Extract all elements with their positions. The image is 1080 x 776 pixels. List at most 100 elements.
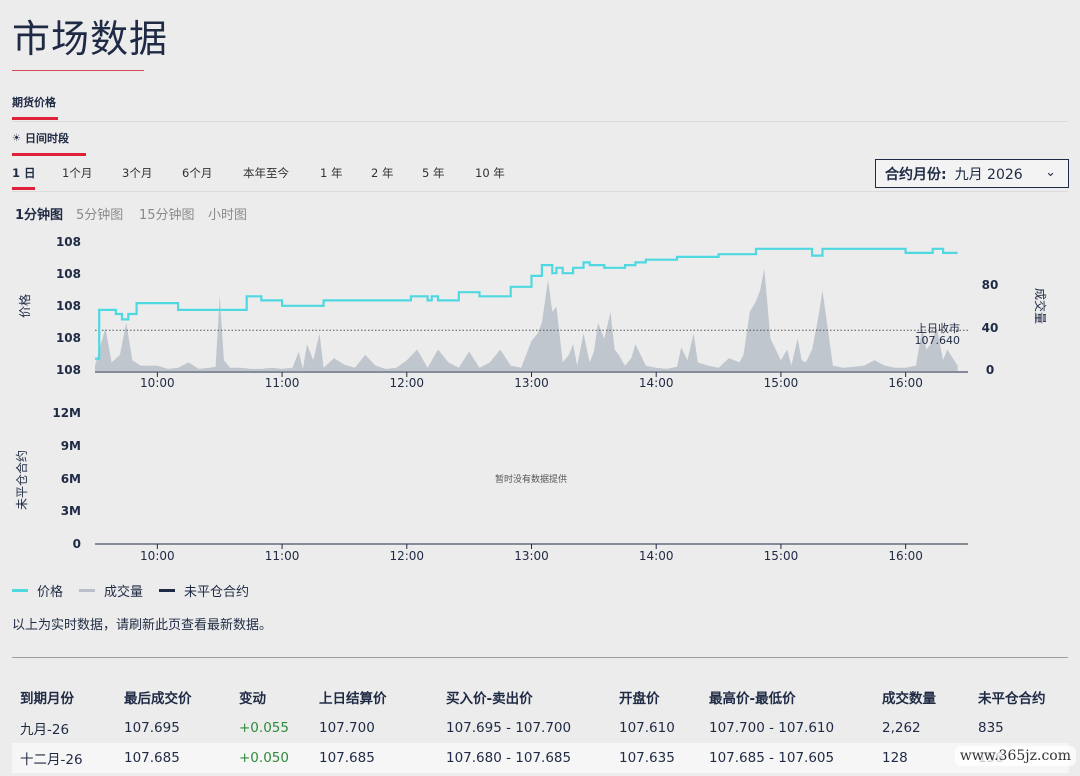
- cell-bid-ask: 107.695 - 107.700: [446, 720, 572, 736]
- cell-last: 107.685: [116, 743, 231, 773]
- tab-futures-price[interactable]: 期货价格: [12, 94, 56, 110]
- range-tab-5y[interactable]: 5 年: [422, 165, 444, 181]
- contract-month-select[interactable]: 合约月份: 九月 2026 ⌄: [875, 159, 1069, 188]
- interval-1min[interactable]: 1分钟图: [15, 204, 63, 223]
- range-tab-3m[interactable]: 3个月: [122, 165, 152, 181]
- sun-icon: ☀: [12, 132, 21, 144]
- cell-prior-settle: 107.685: [311, 743, 438, 773]
- legend-swatch: [12, 589, 28, 592]
- prior-close-value: 107.640: [915, 334, 961, 347]
- range-tab-10y[interactable]: 10 年: [475, 165, 505, 181]
- col-header: 上日结算价: [319, 691, 387, 707]
- oi-y-tick: 9M: [61, 439, 81, 453]
- page-title: 市场数据: [12, 17, 169, 61]
- col-header: 买入价-卖出价: [446, 691, 533, 707]
- cell-volume: 2,262: [882, 720, 921, 736]
- range-active-indicator: [12, 187, 35, 190]
- oi-x-tick: 15:00: [764, 549, 799, 563]
- no-data-message: 暂时没有数据提供: [495, 473, 567, 485]
- oi-y-tick: 0: [73, 537, 81, 551]
- cell-month: 十二月-26: [12, 743, 116, 773]
- range-tab-2y[interactable]: 2 年: [371, 165, 393, 181]
- oi-x-tick: 13:00: [514, 549, 549, 563]
- price-axis-label: 价格: [17, 294, 32, 318]
- table-header-row: 到期月份 最后成交价 变动 上日结算价 买入价-卖出价 开盘价 最高价-最低价 …: [12, 682, 1069, 713]
- price-y-tick: 108: [56, 331, 81, 345]
- legend-label: 成交量: [104, 585, 144, 600]
- price-y-tick: 108: [56, 235, 81, 249]
- volume-y-tick: 40: [982, 321, 999, 335]
- oi-x-tick: 11:00: [265, 549, 300, 563]
- legend-open-interest[interactable]: 未平仓合约: [159, 581, 249, 600]
- col-header: 最高价-最低价: [709, 691, 796, 707]
- volume-area: [95, 268, 958, 371]
- range-tab-6m[interactable]: 6个月: [182, 165, 212, 181]
- quotes-table: 到期月份 最后成交价 变动 上日结算价 买入价-卖出价 开盘价 最高价-最低价 …: [12, 682, 1069, 773]
- title-underline: [12, 70, 144, 71]
- cell-change: +0.050: [231, 743, 311, 773]
- legend-label: 价格: [37, 585, 64, 600]
- price-x-tick: 15:00: [764, 376, 799, 390]
- range-tab-1d[interactable]: 1 日: [12, 165, 36, 181]
- divider: [12, 191, 1068, 192]
- col-header: 成交数量: [882, 691, 936, 707]
- col-header: 开盘价: [619, 691, 660, 707]
- tab-active-indicator: [12, 117, 58, 120]
- table-row: 十二月-26 107.685 +0.050 107.685 107.680 - …: [12, 743, 1069, 773]
- cell-month: 九月-26: [20, 722, 70, 738]
- price-x-tick: 10:00: [140, 376, 175, 390]
- cell-high-low: 107.685 - 107.605: [701, 743, 874, 773]
- price-x-tick: 11:00: [265, 376, 300, 390]
- range-tab-ytd[interactable]: 本年至今: [243, 165, 289, 181]
- col-header: 到期月份: [20, 691, 74, 707]
- price-line: [95, 247, 958, 360]
- cell-prior-settle: 107.700: [319, 720, 375, 736]
- chart-legend: 价格 成交量 未平仓合约: [12, 581, 265, 600]
- cell-open: 107.610: [619, 720, 675, 736]
- price-y-tick: 108: [56, 299, 81, 313]
- oi-axis-label: 未平仓合约: [14, 450, 29, 510]
- legend-price[interactable]: 价格: [12, 581, 63, 600]
- chevron-down-icon: ⌄: [1045, 165, 1056, 180]
- price-x-tick: 14:00: [639, 376, 674, 390]
- oi-y-tick: 3M: [61, 504, 81, 518]
- legend-swatch: [159, 589, 176, 592]
- cell-bid-ask: 107.680 - 107.685: [438, 743, 611, 773]
- session-active-indicator: [12, 153, 86, 156]
- price-y-tick: 108: [56, 363, 81, 377]
- table-row: 九月-26 107.695 +0.055 107.700 107.695 - 1…: [12, 713, 1069, 743]
- legend-label: 未平仓合约: [184, 585, 250, 600]
- interval-15min[interactable]: 15分钟图: [139, 204, 195, 223]
- oi-x-tick: 14:00: [639, 549, 674, 563]
- tab-day-session-label: 日间时段: [24, 132, 69, 145]
- volume-y-tick: 80: [982, 278, 999, 292]
- realtime-note: 以上为实时数据，请刷新此页查看最新数据。: [12, 618, 273, 633]
- contract-month-label: 合约月份:: [885, 166, 947, 183]
- price-x-tick: 16:00: [888, 376, 923, 390]
- table-divider: [12, 657, 1068, 658]
- oi-x-tick: 16:00: [888, 549, 923, 563]
- legend-volume[interactable]: 成交量: [79, 581, 143, 600]
- interval-hour[interactable]: 小时图: [208, 204, 247, 223]
- oi-x-tick: 10:00: [140, 549, 175, 563]
- price-y-tick: 108: [56, 267, 81, 281]
- tab-day-session[interactable]: ☀ 日间时段: [12, 130, 69, 146]
- cell-high-low: 107.700 - 107.610: [709, 720, 835, 736]
- cell-last: 107.695: [124, 720, 180, 736]
- volume-axis-label: 成交量: [1033, 288, 1048, 324]
- col-header: 变动: [239, 691, 266, 707]
- oi-y-tick: 6M: [61, 472, 81, 486]
- charts-svg: 上日收市107.640 108 108 108 108 108 80 40 0 价格 成交量 10:0…: [14, 235, 1048, 563]
- price-x-tick: 12:00: [389, 376, 424, 390]
- oi-y-tick: 12M: [52, 406, 81, 420]
- volume-y-tick: 0: [986, 363, 994, 377]
- range-tab-1y[interactable]: 1 年: [320, 165, 342, 181]
- interval-5min[interactable]: 5分钟图: [76, 204, 123, 223]
- col-header: 最后成交价: [124, 691, 192, 707]
- range-tab-1m[interactable]: 1个月: [62, 165, 92, 181]
- legend-swatch: [79, 589, 96, 592]
- price-x-tick: 13:00: [514, 376, 549, 390]
- cell-change: +0.055: [239, 720, 289, 736]
- watermark-logo: www.365jz.com: [954, 746, 1076, 766]
- prior-close-label: 上日收市: [916, 321, 960, 335]
